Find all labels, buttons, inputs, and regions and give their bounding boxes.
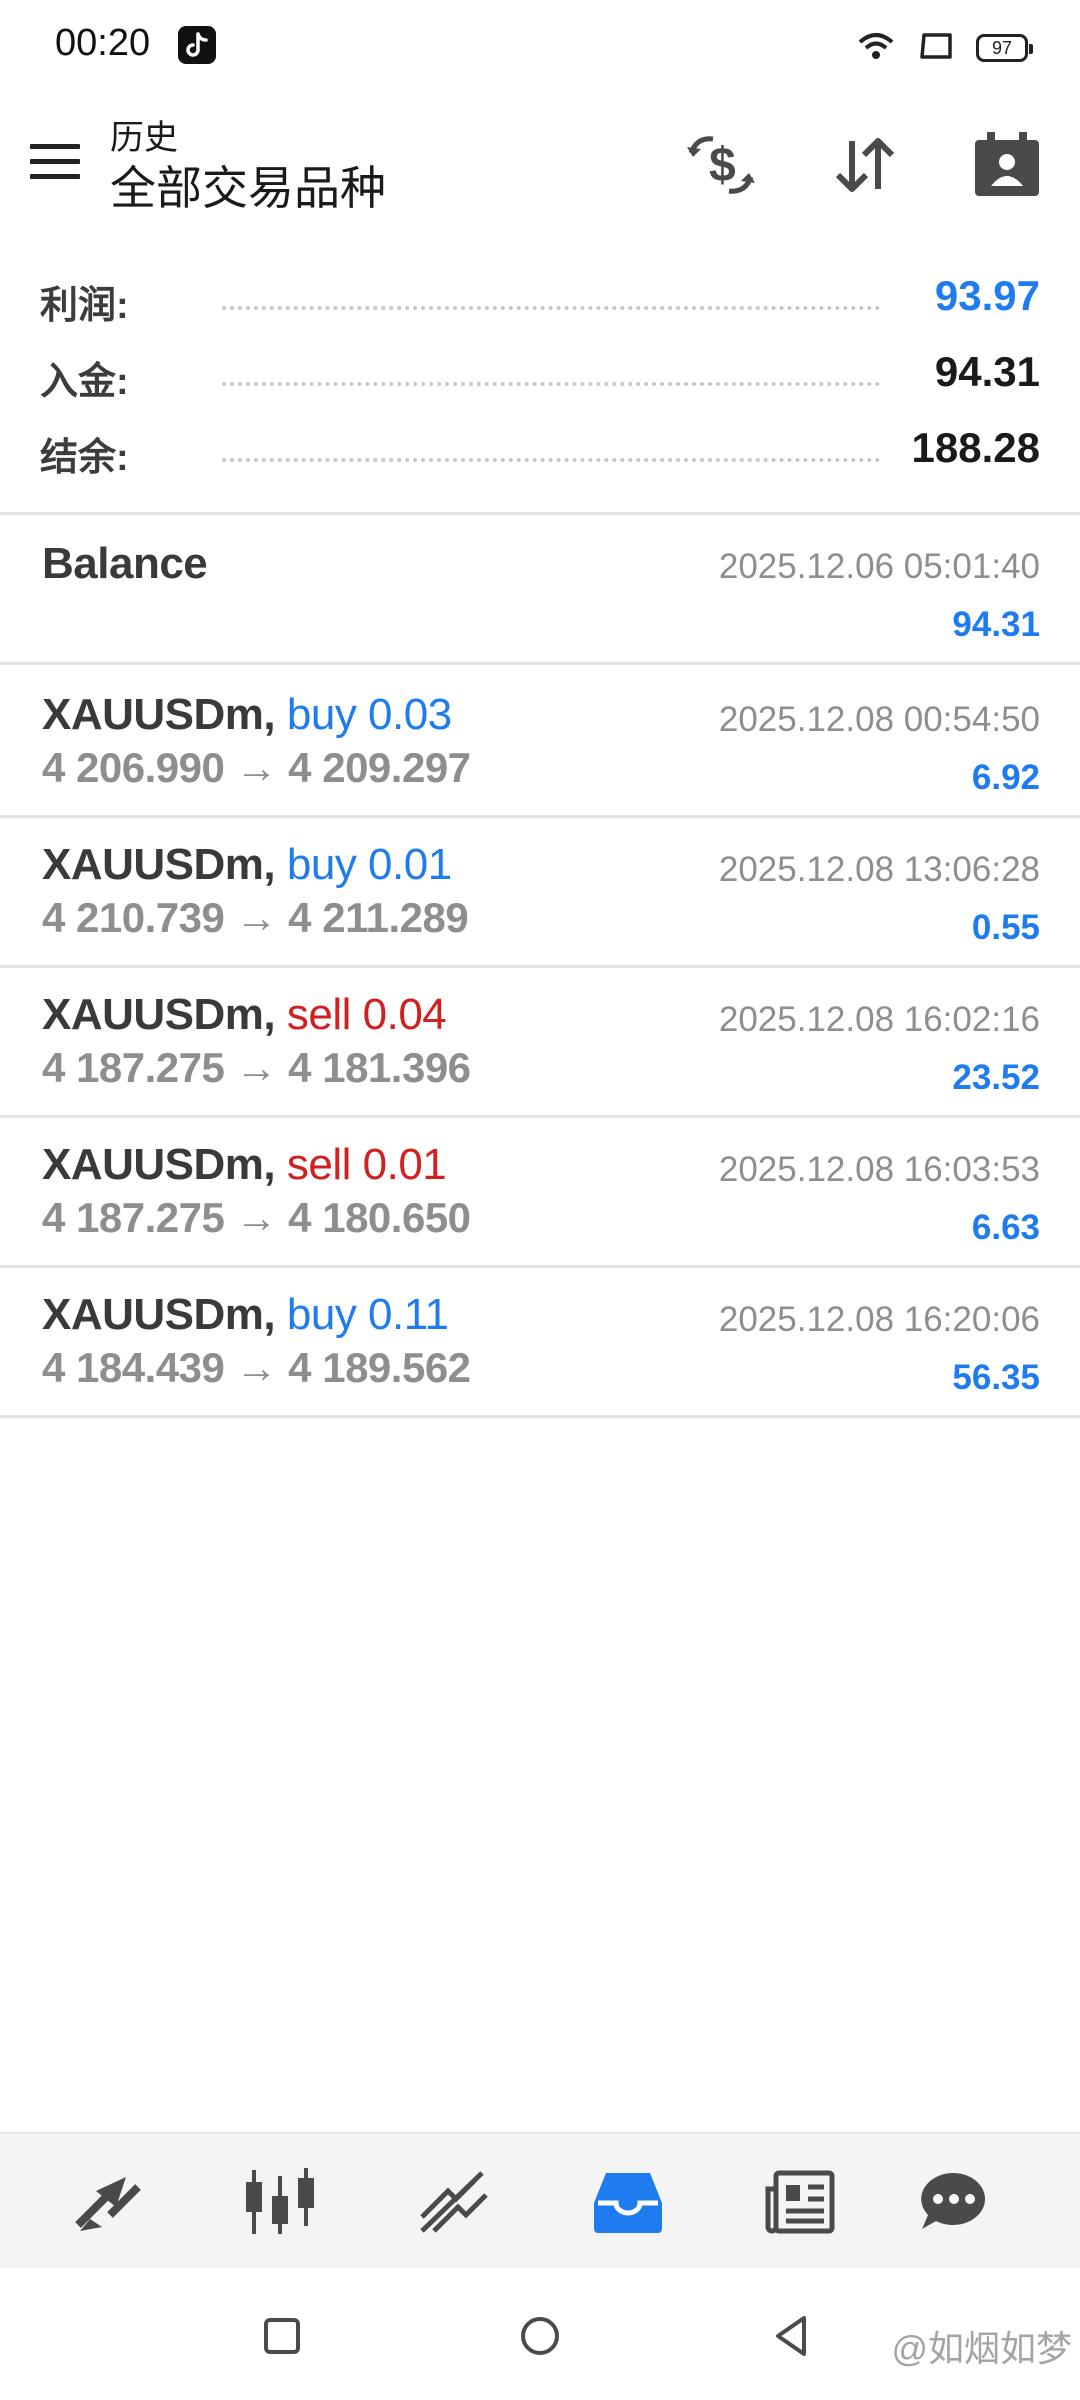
deal-side: sell 0.01 [286,1140,447,1189]
screen-icon [918,31,954,66]
currency-exchange-icon[interactable]: $ [676,120,766,210]
deal-profit: 6.63 [971,1208,1040,1247]
deal-time: 2025.12.08 16:20:06 [718,1300,1040,1339]
summary-row-profit: 利润: 93.97 [0,262,1080,338]
deal-prices: 4 184.439 → 4 189.562 [42,1344,471,1391]
deal-profit: 23.52 [952,1058,1040,1097]
deal-side: buy 0.01 [286,840,452,889]
menu-icon[interactable] [30,144,80,184]
deal-prices: 4 187.275 → 4 181.396 [42,1044,471,1091]
balance-label: 结余: [40,437,129,479]
system-navigation-bar: @如烟如梦 [0,2268,1080,2400]
deal-time: 2025.12.08 13:06:28 [718,850,1040,889]
wifi-icon [856,30,896,67]
recent-apps-icon[interactable] [254,2308,310,2364]
summary-row-deposit: 入金: 94.31 [0,338,1080,414]
summary-panel: 利润: 93.97 入金: 94.31 结余: 188.28 [0,262,1080,490]
deal-prices: 4 187.275 → 4 180.650 [42,1194,471,1241]
history-icon[interactable] [588,2162,668,2242]
app-header: 历史 全部交易品种 $ [0,92,1080,252]
deal-time: 2025.12.08 16:03:53 [718,1150,1040,1189]
deal-prices: 4 210.739 → 4 211.289 [42,894,469,941]
quotes-icon[interactable] [68,2162,148,2242]
calendar-person-icon[interactable] [962,120,1052,210]
profit-value: 93.97 [934,272,1040,319]
deal-symbol: XAUUSDm, buy 0.01 [42,840,452,889]
summary-row-balance: 结余: 188.28 [0,414,1080,490]
deal-side: buy 0.11 [286,1290,449,1339]
dotted-leader [222,382,880,386]
dotted-leader [222,306,880,310]
profit-label: 利润: [40,285,129,327]
list-item-deal[interactable]: XAUUSDm, sell 0.04 4 187.275 → 4 181.396… [0,968,1080,1118]
home-icon[interactable] [512,2308,568,2364]
status-time: 00:20 [55,22,151,64]
deal-symbol: XAUUSDm, sell 0.01 [42,1140,447,1189]
watermark: @如烟如梦 [891,2328,1072,2369]
list-item-balance[interactable]: Balance 2025.12.06 05:01:40 94.31 [0,515,1080,665]
svg-text:$: $ [709,139,736,192]
deal-time: 2025.12.08 16:02:16 [718,1000,1040,1039]
messages-icon[interactable] [914,2162,994,2242]
deal-profit: 6.92 [971,758,1040,797]
trade-icon[interactable] [414,2162,494,2242]
balance-value: 188.28 [911,424,1040,471]
list-item-deal[interactable]: XAUUSDm, buy 0.03 4 206.990 → 4 209.297 … [0,668,1080,818]
balance-entry-time: 2025.12.06 05:01:40 [718,547,1040,586]
battery-icon: 97 [976,34,1033,62]
deal-profit: 56.35 [952,1358,1040,1397]
chart-icon[interactable] [240,2162,320,2242]
back-icon[interactable] [764,2308,820,2364]
deal-prices: 4 206.990 → 4 209.297 [42,744,471,791]
deal-time: 2025.12.08 00:54:50 [718,700,1040,739]
tiktok-icon [178,26,216,64]
sort-icon[interactable] [820,120,910,210]
deal-symbol: XAUUSDm, sell 0.04 [42,990,447,1039]
dotted-leader [222,458,880,462]
list-item-deal[interactable]: XAUUSDm, sell 0.01 4 187.275 → 4 180.650… [0,1118,1080,1268]
balance-entry-label: Balance [42,539,208,588]
status-bar: 00:20 97 [0,0,1080,92]
deal-symbol: XAUUSDm, buy 0.03 [42,690,452,739]
page-title[interactable]: 全部交易品种 [110,152,386,218]
deal-profit: 0.55 [971,908,1040,947]
deposit-label: 入金: [40,361,129,403]
news-icon[interactable] [760,2162,840,2242]
list-item-deal[interactable]: XAUUSDm, buy 0.11 4 184.439 → 4 189.562 … [0,1268,1080,1418]
balance-entry-amount: 94.31 [952,605,1040,644]
deposit-value: 94.31 [934,348,1040,395]
deal-symbol: XAUUSDm, buy 0.11 [42,1290,449,1339]
list-item-deal[interactable]: XAUUSDm, buy 0.01 4 210.739 → 4 211.289 … [0,818,1080,968]
bottom-tab-bar [0,2132,1080,2268]
status-icons: 97 [856,28,1033,68]
deal-side: sell 0.04 [286,990,447,1039]
deal-side: buy 0.03 [286,690,452,739]
